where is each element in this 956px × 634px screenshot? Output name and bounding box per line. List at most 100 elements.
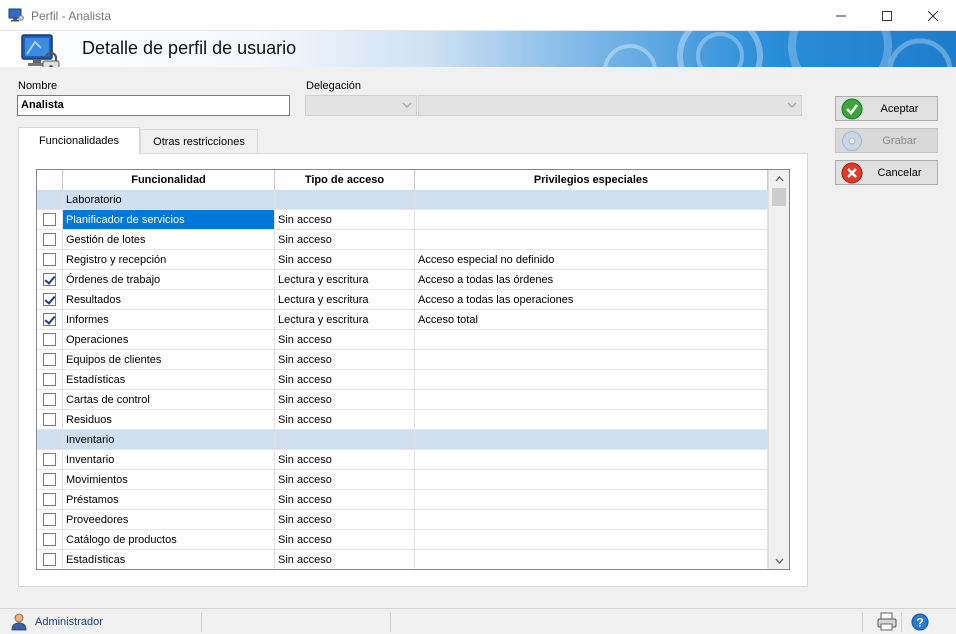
row-checkbox[interactable] xyxy=(43,513,56,526)
privilegios-cell[interactable] xyxy=(415,510,768,529)
table-row[interactable]: Gestión de lotes Sin acceso xyxy=(37,230,768,250)
table-row[interactable]: Operaciones Sin acceso xyxy=(37,330,768,350)
maximize-button[interactable] xyxy=(864,0,910,31)
privilegios-cell[interactable] xyxy=(415,210,768,229)
table-row[interactable]: Estadísticas Sin acceso xyxy=(37,370,768,390)
row-checkbox[interactable] xyxy=(43,393,56,406)
tipo-acceso-cell[interactable]: Sin acceso xyxy=(275,330,415,349)
row-checkbox[interactable] xyxy=(43,233,56,246)
funcionalidad-cell[interactable]: Catálogo de productos xyxy=(63,530,275,549)
row-checkbox[interactable] xyxy=(43,373,56,386)
privilegios-cell[interactable] xyxy=(415,470,768,489)
grabar-button[interactable]: Grabar xyxy=(835,128,938,153)
row-checkbox[interactable] xyxy=(43,413,56,426)
printer-icon[interactable] xyxy=(876,612,898,632)
row-checkbox[interactable] xyxy=(43,533,56,546)
tipo-acceso-cell[interactable]: Sin acceso xyxy=(275,490,415,509)
tipo-acceso-cell[interactable]: Sin acceso xyxy=(275,390,415,409)
header-tipo-acceso[interactable]: Tipo de acceso xyxy=(275,170,415,190)
table-row[interactable]: Estadísticas Sin acceso xyxy=(37,550,768,569)
privilegios-cell[interactable] xyxy=(415,530,768,549)
privilegios-cell[interactable]: Acceso total xyxy=(415,310,768,329)
tipo-acceso-cell[interactable]: Sin acceso xyxy=(275,250,415,269)
funcionalidad-cell[interactable]: Estadísticas xyxy=(63,370,275,389)
help-icon[interactable]: ? xyxy=(911,613,929,631)
privilegios-cell[interactable]: Acceso especial no definido xyxy=(415,250,768,269)
row-checkbox[interactable] xyxy=(43,473,56,486)
table-row[interactable]: Cartas de control Sin acceso xyxy=(37,390,768,410)
row-checkbox[interactable] xyxy=(43,453,56,466)
row-checkbox[interactable] xyxy=(43,553,56,566)
tipo-acceso-cell[interactable]: Sin acceso xyxy=(275,510,415,529)
scroll-up-button[interactable] xyxy=(769,170,789,187)
tipo-acceso-cell[interactable]: Lectura y escritura xyxy=(275,270,415,289)
table-row[interactable]: Órdenes de trabajo Lectura y escritura Acc… xyxy=(37,270,768,290)
funcionalidad-cell[interactable]: Laboratorio xyxy=(63,190,275,209)
close-button[interactable] xyxy=(910,0,956,31)
tab-funcionalidades[interactable]: Funcionalidades xyxy=(18,127,140,154)
funcionalidad-cell[interactable]: Proveedores xyxy=(63,510,275,529)
privilegios-cell[interactable] xyxy=(415,550,768,569)
table-row[interactable]: Movimientos Sin acceso xyxy=(37,470,768,490)
privilegios-cell[interactable] xyxy=(415,370,768,389)
tipo-acceso-cell[interactable] xyxy=(275,430,415,449)
tipo-acceso-cell[interactable]: Sin acceso xyxy=(275,530,415,549)
table-row[interactable]: Inventario Sin acceso xyxy=(37,450,768,470)
funcionalidad-cell[interactable]: Equipos de clientes xyxy=(63,350,275,369)
table-row[interactable]: Préstamos Sin acceso xyxy=(37,490,768,510)
scroll-thumb[interactable] xyxy=(772,188,786,206)
funcionalidad-cell[interactable]: Planificador de servicios xyxy=(63,210,275,229)
funcionalidad-cell[interactable]: Estadísticas xyxy=(63,550,275,569)
row-checkbox[interactable] xyxy=(43,313,56,326)
funcionalidad-cell[interactable]: Préstamos xyxy=(63,490,275,509)
tipo-acceso-cell[interactable]: Sin acceso xyxy=(275,350,415,369)
funcionalidad-cell[interactable]: Inventario xyxy=(63,450,275,469)
row-checkbox[interactable] xyxy=(43,213,56,226)
row-checkbox[interactable] xyxy=(43,493,56,506)
privilegios-cell[interactable] xyxy=(415,190,768,209)
funcionalidad-cell[interactable]: Residuos xyxy=(63,410,275,429)
funcionalidad-cell[interactable]: Movimientos xyxy=(63,470,275,489)
table-row[interactable]: Informes Lectura y escritura Acceso total xyxy=(37,310,768,330)
tipo-acceso-cell[interactable]: Lectura y escritura xyxy=(275,290,415,309)
cancelar-button[interactable]: Cancelar xyxy=(835,160,938,185)
delegacion-code-select[interactable] xyxy=(305,95,417,116)
funcionalidad-cell[interactable]: Operaciones xyxy=(63,330,275,349)
privilegios-cell[interactable] xyxy=(415,230,768,249)
tipo-acceso-cell[interactable]: Sin acceso xyxy=(275,210,415,229)
delegacion-name-select[interactable] xyxy=(418,95,802,116)
scroll-down-button[interactable] xyxy=(769,552,789,569)
table-row[interactable]: Resultados Lectura y escritura Acceso a to… xyxy=(37,290,768,310)
table-row[interactable]: Catálogo de productos Sin acceso xyxy=(37,530,768,550)
row-checkbox[interactable] xyxy=(43,333,56,346)
privilegios-cell[interactable] xyxy=(415,390,768,409)
tipo-acceso-cell[interactable]: Sin acceso xyxy=(275,410,415,429)
tipo-acceso-cell[interactable]: Sin acceso xyxy=(275,230,415,249)
funcionalidad-cell[interactable]: Informes xyxy=(63,310,275,329)
funcionalidad-cell[interactable]: Inventario xyxy=(63,430,275,449)
vertical-scrollbar[interactable] xyxy=(768,170,789,569)
privilegios-cell[interactable]: Acceso a todas las operaciones xyxy=(415,290,768,309)
tipo-acceso-cell[interactable] xyxy=(275,190,415,209)
privilegios-cell[interactable] xyxy=(415,350,768,369)
tipo-acceso-cell[interactable]: Sin acceso xyxy=(275,370,415,389)
table-row[interactable]: Residuos Sin acceso xyxy=(37,410,768,430)
table-row[interactable]: Proveedores Sin acceso xyxy=(37,510,768,530)
tipo-acceso-cell[interactable]: Lectura y escritura xyxy=(275,310,415,329)
header-privilegios[interactable]: Privilegios especiales xyxy=(415,170,768,190)
table-row[interactable]: Equipos de clientes Sin acceso xyxy=(37,350,768,370)
funcionalidad-cell[interactable]: Gestión de lotes xyxy=(63,230,275,249)
privilegios-cell[interactable] xyxy=(415,410,768,429)
row-checkbox[interactable] xyxy=(43,353,56,366)
header-funcionalidad[interactable]: Funcionalidad xyxy=(63,170,275,190)
table-row[interactable]: Registro y recepción Sin acceso Acceso esp… xyxy=(37,250,768,270)
funcionalidad-cell[interactable]: Registro y recepción xyxy=(63,250,275,269)
privilegios-cell[interactable] xyxy=(415,490,768,509)
nombre-field[interactable]: Analista xyxy=(17,95,290,116)
funcionalidad-cell[interactable]: Órdenes de trabajo xyxy=(63,270,275,289)
tab-otras-restricciones[interactable]: Otras restricciones xyxy=(140,129,258,153)
privilegios-cell[interactable] xyxy=(415,430,768,449)
privilegios-cell[interactable] xyxy=(415,450,768,469)
privilegios-cell[interactable] xyxy=(415,330,768,349)
group-row[interactable]: Inventario xyxy=(37,430,768,450)
